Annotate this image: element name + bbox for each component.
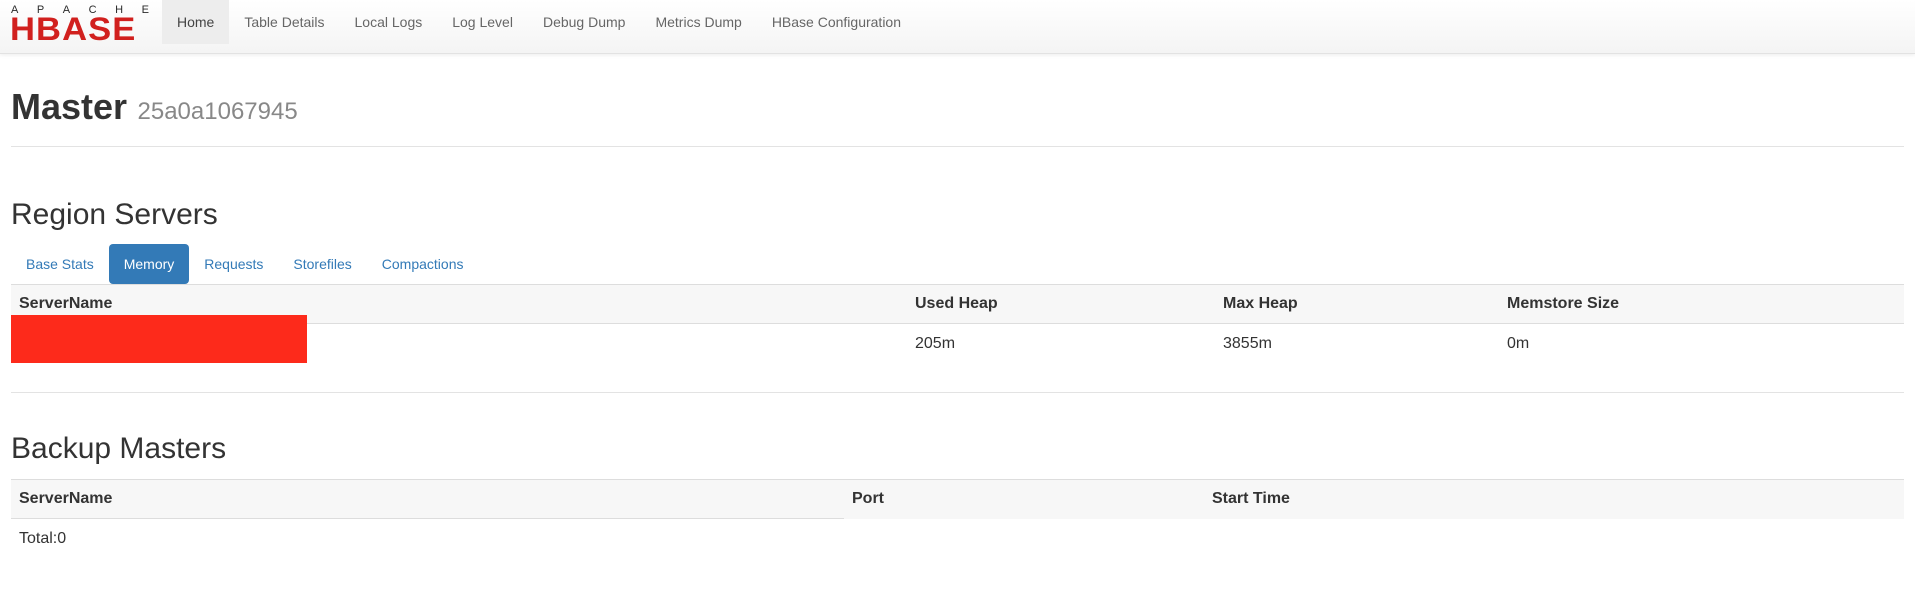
table-row: Total:0 <box>11 519 1904 560</box>
region-servers-tabs: Base Stats Memory Requests Storefiles Co… <box>11 244 478 284</box>
top-navbar: A P A C H E HBASE Home Table Details Loc… <box>0 0 1915 54</box>
divider <box>11 392 1904 393</box>
column-header-servername: ServerName <box>11 479 844 519</box>
tab-requests[interactable]: Requests <box>189 244 278 284</box>
master-hostname: 25a0a1067945 <box>137 98 298 125</box>
nav-debug-dump[interactable]: Debug Dump <box>528 0 641 44</box>
backup-masters-heading: Backup Masters <box>11 432 227 465</box>
column-header-port: Port <box>844 479 1204 519</box>
column-header-memstore-size: Memstore Size <box>1499 284 1904 324</box>
nav-hbase-configuration[interactable]: HBase Configuration <box>757 0 916 44</box>
empty-cell <box>844 519 1204 560</box>
empty-cell <box>1204 519 1904 560</box>
page-title-text: Master <box>11 86 128 127</box>
memstore-size-cell: 0m <box>1507 335 1530 352</box>
divider <box>11 146 1904 147</box>
table-header-row: ServerName Port Start Time <box>11 479 1904 519</box>
main-nav: Home Table Details Local Logs Log Level … <box>162 0 916 53</box>
max-heap-cell: 3855m <box>1223 335 1272 352</box>
backup-masters-table: ServerName Port Start Time Total:0 <box>11 479 1904 559</box>
logo-hbase-text: HBASE <box>10 11 137 47</box>
page-title: Master 25a0a1067945 <box>11 86 298 128</box>
column-header-max-heap: Max Heap <box>1215 284 1499 324</box>
region-servers-heading: Region Servers <box>11 198 218 231</box>
tab-base-stats[interactable]: Base Stats <box>11 244 109 284</box>
column-header-used-heap: Used Heap <box>907 284 1215 324</box>
tab-compactions[interactable]: Compactions <box>367 244 479 284</box>
nav-log-level[interactable]: Log Level <box>437 0 528 44</box>
column-header-start-time: Start Time <box>1204 479 1904 519</box>
backup-masters-total: Total:0 <box>19 530 67 547</box>
tab-storefiles[interactable]: Storefiles <box>278 244 366 284</box>
nav-home[interactable]: Home <box>162 0 230 44</box>
apache-hbase-logo[interactable]: A P A C H E HBASE <box>10 4 149 47</box>
tab-memory[interactable]: Memory <box>108 244 190 284</box>
redacted-server-name <box>11 315 307 363</box>
nav-table-details[interactable]: Table Details <box>229 0 339 44</box>
used-heap-cell: 205m <box>915 335 956 352</box>
nav-metrics-dump[interactable]: Metrics Dump <box>640 0 756 44</box>
nav-local-logs[interactable]: Local Logs <box>340 0 438 44</box>
